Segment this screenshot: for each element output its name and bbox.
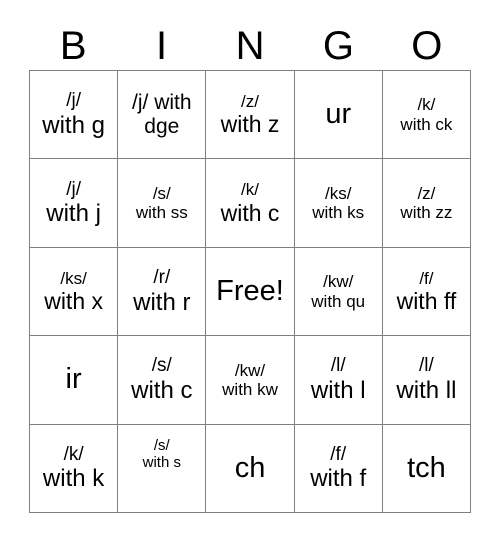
bingo-cell-b3[interactable]: /ks/ with x: [30, 247, 119, 337]
cell-phoneme: /r/: [153, 267, 171, 288]
bingo-cell-o3[interactable]: /f/ with ff: [382, 247, 472, 337]
cell-phoneme: /kw/: [323, 272, 354, 292]
cell-phoneme: /l/: [419, 355, 434, 377]
cell-phoneme: /s/: [153, 436, 170, 454]
cell-spelling: with c: [220, 199, 280, 226]
bingo-cell-g2[interactable]: /ks/ with ks: [294, 159, 383, 248]
cell-spelling: with r: [133, 288, 191, 316]
cell-spelling: with ss: [135, 203, 188, 223]
bingo-cell-g5[interactable]: /f/ with f: [294, 424, 383, 514]
bingo-row: /j/ with j /s/ with ss /k/ with c /ks/ w…: [30, 159, 472, 248]
header-letter-o: O: [411, 24, 443, 68]
bingo-cell-i3[interactable]: /r/ with r: [118, 247, 207, 337]
bingo-cell-o5[interactable]: tch: [382, 424, 472, 514]
cell-spelling: with k: [42, 465, 105, 493]
cell-phoneme: /j/ with: [132, 90, 192, 114]
cell-phoneme: /s/: [151, 355, 172, 377]
cell-spelling: with ff: [396, 288, 457, 315]
bingo-row: /ks/ with x /r/ with r Free! /kw/ with q…: [30, 247, 472, 337]
cell-spelling: with qu: [311, 291, 366, 311]
header-letter-n: N: [235, 24, 265, 68]
cell-phoneme: /j/: [66, 178, 81, 200]
cell-spelling: with kw: [222, 379, 278, 399]
cell-phoneme: /k/: [417, 95, 436, 115]
bingo-cell-n4[interactable]: /kw/ with kw: [206, 336, 295, 425]
cell-phoneme: /ks/: [324, 183, 352, 203]
cell-spelling: with s: [142, 453, 181, 471]
free-space-label: Free!: [216, 274, 284, 307]
cell-spelling: ir: [65, 363, 82, 396]
bingo-cell-i5[interactable]: /s/ with s: [118, 424, 207, 514]
bingo-cell-b4[interactable]: ir: [30, 336, 119, 425]
cell-phoneme: /kw/: [234, 360, 266, 380]
bingo-header: B I N G O: [29, 22, 471, 70]
cell-phoneme: /k/: [63, 443, 84, 465]
cell-phoneme: /z/: [417, 183, 436, 203]
bingo-grid: /j/ with g /j/ with dge /z/ with z ur /k…: [29, 70, 472, 514]
cell-spelling: with ck: [400, 114, 453, 134]
bingo-cell-g1[interactable]: ur: [294, 71, 383, 160]
bingo-cell-b5[interactable]: /k/ with k: [30, 424, 119, 514]
cell-spelling: with x: [44, 288, 103, 315]
cell-spelling: with ll: [396, 377, 457, 405]
cell-phoneme: /k/: [241, 180, 259, 200]
cell-phoneme: /l/: [330, 355, 346, 377]
bingo-cell-o4[interactable]: /l/ with ll: [382, 336, 472, 425]
cell-spelling: with zz: [400, 203, 453, 223]
bingo-cell-i4[interactable]: /s/ with c: [118, 336, 207, 425]
cell-spelling: ur: [325, 98, 352, 131]
bingo-cell-o1[interactable]: /k/ with ck: [382, 71, 472, 160]
cell-phoneme: /f/: [419, 268, 434, 288]
cell-spelling: tch: [407, 451, 446, 484]
bingo-cell-i2[interactable]: /s/ with ss: [118, 159, 207, 248]
bingo-cell-b2[interactable]: /j/ with j: [30, 159, 119, 248]
cell-phoneme: /j/: [66, 90, 81, 112]
cell-spelling: with f: [310, 465, 367, 493]
cell-spelling: with z: [220, 111, 280, 138]
cell-spelling: with j: [46, 200, 101, 228]
cell-spelling: with ks: [312, 203, 365, 223]
bingo-row: /k/ with k /s/ with s ch /f/ with f tch: [30, 424, 472, 514]
cell-phoneme: /z/: [241, 91, 259, 111]
header-letter-i: I: [156, 24, 168, 68]
cell-spelling: with g: [42, 111, 105, 139]
header-letter-g: G: [322, 24, 354, 68]
cell-spelling: with l: [310, 377, 366, 405]
bingo-card: B I N G O /j/ with g /j/ with dge /z/ wi…: [0, 0, 500, 544]
cell-phoneme: /ks/: [60, 268, 87, 288]
bingo-row: ir /s/ with c /kw/ with kw /l/ with l /l…: [30, 336, 472, 425]
bingo-row: /j/ with g /j/ with dge /z/ with z ur /k…: [30, 71, 472, 160]
bingo-cell-n5[interactable]: ch: [206, 424, 295, 514]
bingo-cell-b1[interactable]: /j/ with g: [30, 71, 119, 160]
header-letter-b: B: [59, 24, 87, 68]
bingo-cell-free-space[interactable]: Free!: [206, 247, 295, 337]
bingo-cell-g4[interactable]: /l/ with l: [294, 336, 383, 425]
bingo-cell-o2[interactable]: /z/ with zz: [382, 159, 472, 248]
bingo-cell-n2[interactable]: /k/ with c: [206, 159, 295, 248]
bingo-cell-n1[interactable]: /z/ with z: [206, 71, 295, 160]
bingo-cell-g3[interactable]: /kw/ with qu: [294, 247, 383, 337]
cell-spelling: ch: [234, 451, 266, 484]
bingo-cell-i1[interactable]: /j/ with dge: [118, 71, 207, 160]
cell-phoneme: /s/: [152, 183, 171, 203]
cell-phoneme: /f/: [330, 443, 347, 465]
cell-spelling: dge: [144, 114, 180, 138]
cell-spelling: with c: [131, 377, 193, 405]
